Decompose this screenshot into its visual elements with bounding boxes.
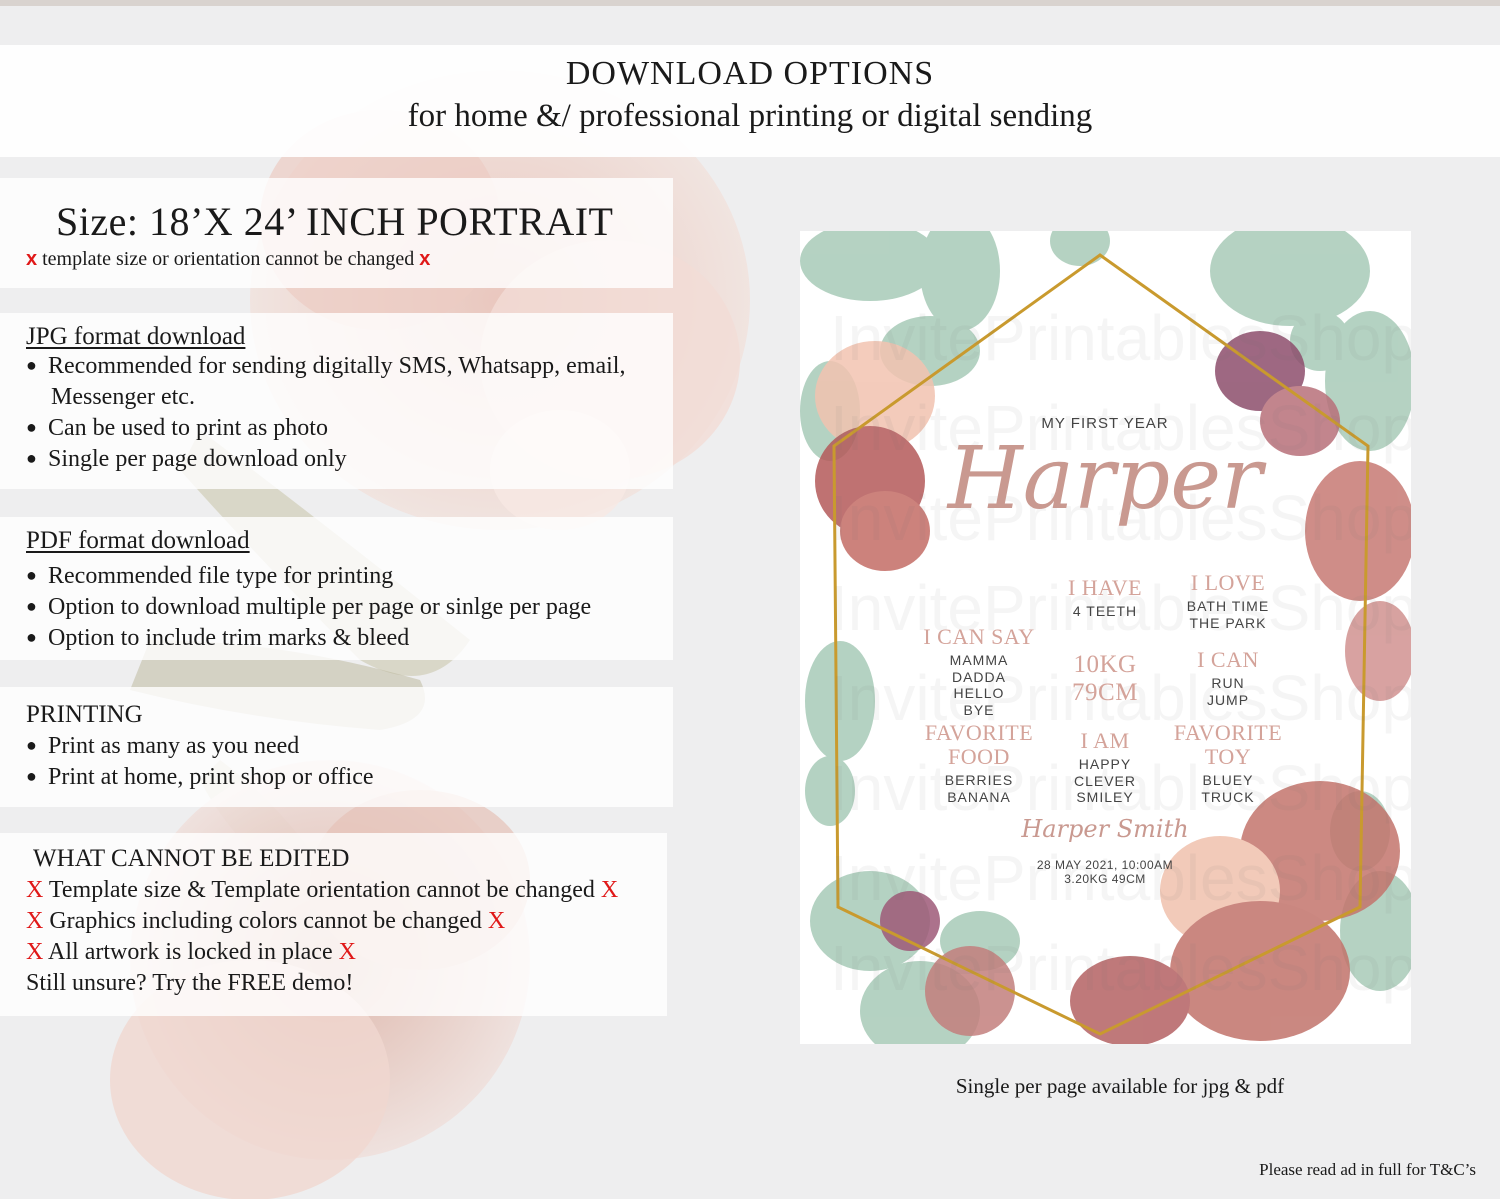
watermark: InvitePrintablesShop	[830, 932, 1411, 1004]
demo-prompt: Still unsure? Try the FREE demo!	[26, 970, 354, 996]
x-mark-icon: X	[487, 908, 506, 934]
list-item: X Template size & Template orientation c…	[26, 877, 619, 903]
fact-line: TRUCK	[1201, 788, 1255, 805]
list-item: ● Option to include trim marks & bleed	[26, 625, 410, 651]
bullet-icon: ●	[26, 448, 37, 468]
printing-heading: PRINTING	[26, 701, 143, 728]
fact-favorite-food: FAVORITE FOOD BERRIES BANANA	[914, 721, 1044, 805]
fact-line: DADDA	[951, 668, 1006, 685]
pdf-heading: PDF format download	[26, 527, 250, 554]
list-item: ● Print as many as you need	[26, 733, 300, 759]
list-item: ● Recommended file type for printing	[26, 563, 394, 589]
page-title: DOWNLOAD OPTIONS	[565, 55, 935, 92]
size-panel: Size: 18’X 24’ INCH PORTRAIT x template …	[0, 178, 673, 288]
fact-line: BATH TIME	[1186, 598, 1270, 614]
stat-height: 79CM	[1072, 679, 1138, 706]
cannot-edit-panel: WHAT CANNOT BE EDITED X Template size & …	[0, 833, 667, 1016]
poster-birth-info: 28 MAY 2021, 10:00AM 3.20KG 49CM	[980, 858, 1230, 886]
printing-panel: PRINTING ● Print as many as you need ● Pri…	[0, 687, 673, 807]
header-band: DOWNLOAD OPTIONS for home &/ professiona…	[0, 45, 1500, 157]
jpg-heading: JPG format download	[26, 323, 246, 350]
fact-heading: I HAVE	[1067, 575, 1143, 600]
x-mark-icon: X	[26, 877, 44, 903]
poster-caption: Single per page available for jpg & pdf	[955, 1074, 1285, 1098]
cannot-edit-heading: WHAT CANNOT BE EDITED	[33, 845, 350, 872]
bullet-icon: ●	[26, 766, 37, 786]
fact-line: CLEVER	[1073, 772, 1137, 789]
bullet-icon: ●	[26, 627, 37, 647]
pdf-panel: PDF format download ● Recommended file ty…	[0, 517, 673, 660]
fact-i-can: I CAN RUN JUMP	[1168, 648, 1288, 708]
fact-heading: FAVORITE	[924, 720, 1034, 745]
fact-heading: FAVORITE	[1173, 720, 1283, 745]
fact-line: SMILEY	[1076, 789, 1134, 805]
x-mark-icon: X	[600, 877, 619, 903]
fact-line: JUMP	[1206, 691, 1250, 708]
fact-heading: I CAN	[1197, 647, 1259, 672]
fact-heading: FOOD	[948, 744, 1010, 769]
fact-i-am: I AM HAPPY CLEVER SMILEY	[1045, 729, 1165, 806]
fact-line: 4 TEETH	[1072, 603, 1138, 619]
birth-line: 28 MAY 2021, 10:00AM	[1036, 858, 1174, 872]
poster-preview: InvitePrintablesShop InvitePrintablesSho…	[800, 231, 1411, 1044]
fact-line: THE PARK	[1189, 614, 1267, 631]
stat-weight: 10KG	[1073, 651, 1137, 678]
fact-i-can-say: I CAN SAY MAMMA DADDA HELLO BYE	[914, 625, 1044, 718]
list-item-continuation: Messenger etc.	[51, 384, 195, 410]
x-mark-icon: x	[26, 248, 38, 270]
list-item: X Graphics including colors cannot be ch…	[26, 908, 506, 934]
poster-name: Harper	[947, 429, 1263, 529]
fact-line: RUN	[1211, 675, 1245, 691]
list-item: ● Recommended for sending digitally SMS, …	[26, 353, 626, 379]
jpg-panel: JPG format download ● Recommended for sen…	[0, 313, 673, 489]
fact-line: BYE	[963, 701, 995, 718]
fact-heading: I LOVE	[1190, 570, 1266, 595]
fact-heading: I AM	[1080, 728, 1130, 753]
list-item: ● Option to download multiple per page or…	[26, 594, 592, 620]
fact-i-love: I LOVE BATH TIME THE PARK	[1168, 571, 1288, 631]
terms-note: Please read ad in full for T&C’s	[1259, 1160, 1476, 1179]
watermark: InvitePrintablesShop	[830, 302, 1411, 374]
bullet-icon: ●	[26, 565, 37, 585]
list-item: ● Print at home, print shop or office	[26, 764, 374, 790]
fact-heading: I CAN SAY	[923, 624, 1035, 649]
top-photo-strip	[0, 0, 1500, 6]
x-mark-icon: X	[26, 939, 44, 965]
fact-i-have: I HAVE 4 TEETH	[1045, 576, 1165, 620]
x-mark-icon: X	[26, 908, 44, 934]
size-note: x template size or orientation cannot be…	[26, 248, 430, 271]
size-note-text: template size or orientation cannot be c…	[42, 248, 415, 270]
x-mark-icon: x	[419, 248, 431, 270]
fact-heading: TOY	[1204, 744, 1252, 769]
poster-signature: Harper Smith	[1021, 815, 1189, 843]
bullet-icon: ●	[26, 417, 37, 437]
fact-line: HAPPY	[1078, 756, 1132, 772]
list-item: ● Can be used to print as photo	[26, 415, 328, 441]
fact-line: MAMMA	[949, 652, 1009, 668]
list-item: X All artwork is locked in place X	[26, 939, 356, 965]
x-mark-icon: X	[338, 939, 356, 965]
fact-line: BANANA	[947, 788, 1011, 805]
size-title: Size: 18’X 24’ INCH PORTRAIT	[56, 199, 614, 244]
bullet-icon: ●	[26, 596, 37, 616]
fact-favorite-toy: FAVORITE TOY BLUEY TRUCK	[1163, 721, 1293, 805]
fact-line: BERRIES	[944, 772, 1014, 788]
bullet-icon: ●	[26, 735, 37, 755]
list-item: ● Single per page download only	[26, 446, 347, 472]
fact-line: BLUEY	[1202, 772, 1254, 788]
fact-line: HELLO	[953, 685, 1005, 701]
fact-stats: 10KG 79CM	[1045, 651, 1165, 707]
bullet-icon: ●	[26, 355, 37, 375]
birth-line: 3.20KG 49CM	[1064, 872, 1146, 886]
page-subtitle: for home &/ professional printing or dig…	[407, 98, 1093, 134]
